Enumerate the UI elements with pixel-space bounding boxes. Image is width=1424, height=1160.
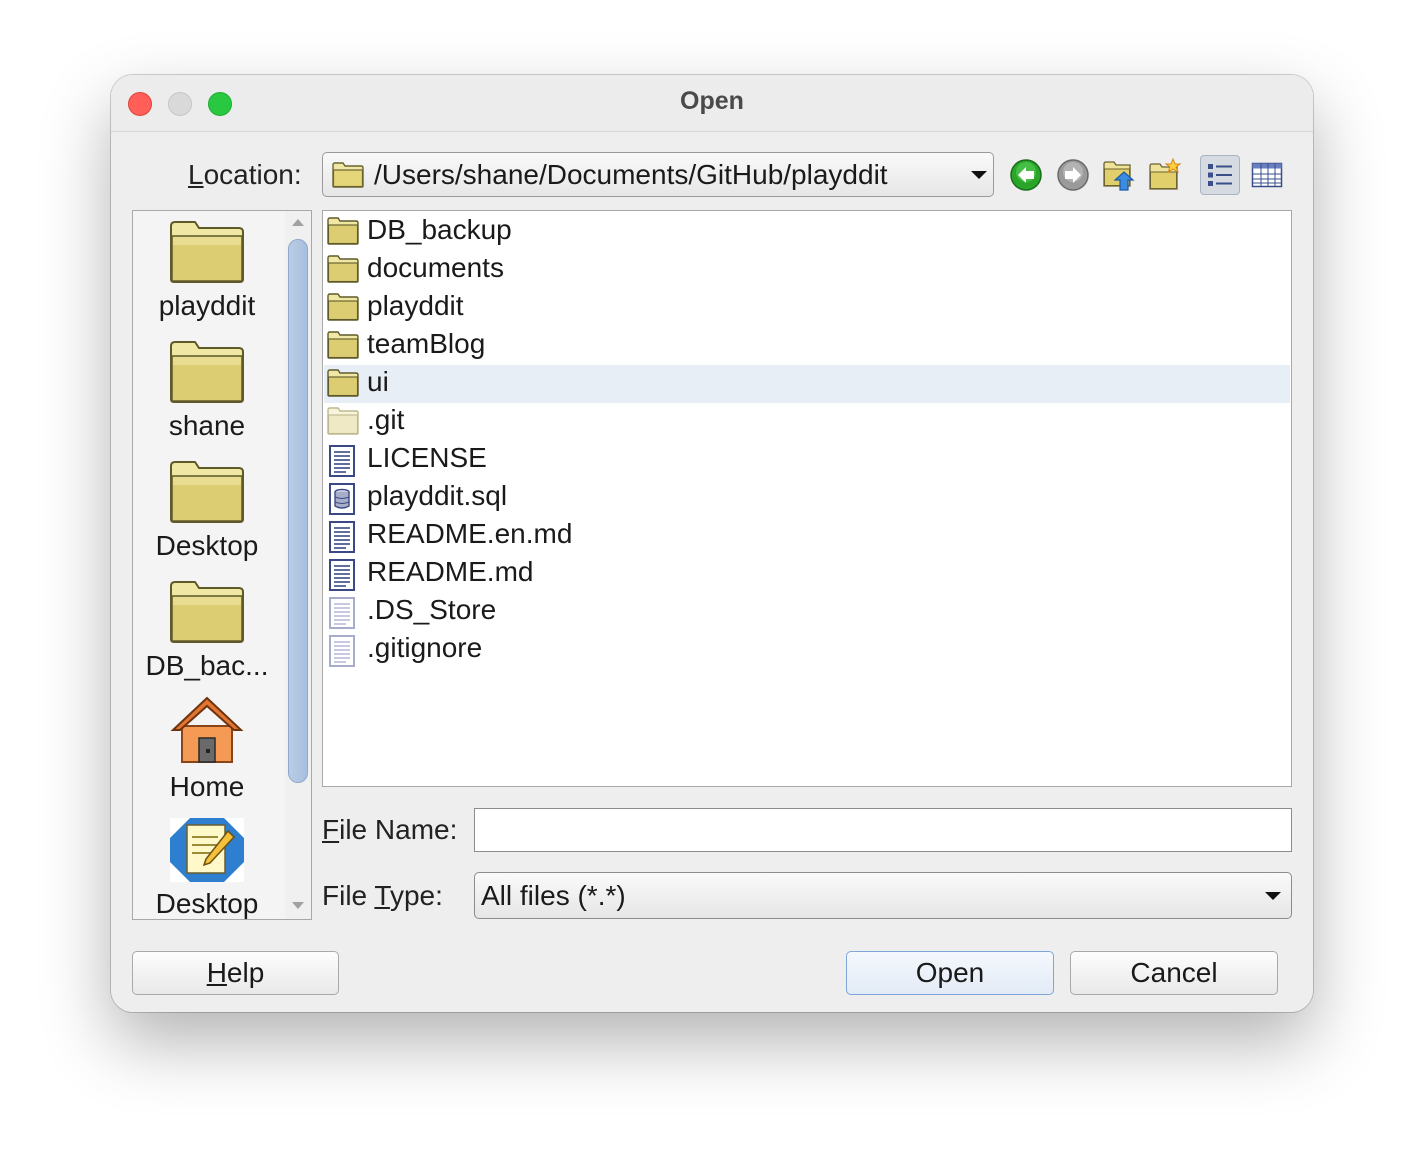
folder-icon	[170, 461, 244, 523]
location-label-mnemonic: L	[188, 159, 204, 190]
database-file-icon	[329, 483, 355, 515]
hidden-folder-icon	[327, 407, 359, 435]
file-row[interactable]: .gitignore	[324, 631, 1290, 669]
list-view-icon	[1208, 164, 1232, 186]
details-view-button[interactable]	[1247, 155, 1287, 195]
places-item-label: Home	[169, 771, 245, 802]
file-row[interactable]: documents	[324, 251, 1290, 289]
places-item-home[interactable]: Home	[133, 694, 281, 803]
places-item-desktop-2[interactable]: Desktop	[133, 817, 281, 919]
file-name: .DS_Store	[367, 594, 497, 625]
file-row[interactable]: playddit	[324, 289, 1290, 327]
new-folder-button[interactable]	[1145, 155, 1185, 195]
folder-icon	[170, 221, 244, 283]
file-row[interactable]: README.en.md	[324, 517, 1290, 555]
places-item-playddit[interactable]: playddit	[133, 219, 281, 322]
file-name: playddit	[367, 290, 464, 321]
back-arrow-icon	[1010, 159, 1042, 191]
help-button-label: elp	[226, 957, 265, 988]
places-item-db-backup[interactable]: DB_bac...	[133, 579, 281, 682]
list-view-button[interactable]	[1200, 155, 1240, 195]
help-button[interactable]: Help	[132, 951, 339, 995]
document-icon	[329, 559, 355, 591]
folder-icon	[327, 369, 359, 397]
document-icon	[329, 521, 355, 553]
dialog-title: Open	[680, 87, 744, 115]
file-type-label-pre: File	[322, 880, 375, 911]
file-name: DB_backup	[367, 214, 512, 245]
file-name-label-mnemonic: F	[322, 814, 340, 845]
file-type-label: File Type:	[322, 880, 443, 912]
scroll-down-arrow-icon[interactable]	[292, 902, 304, 909]
file-name-input[interactable]	[474, 808, 1292, 852]
file-row[interactable]: .git	[324, 403, 1290, 441]
file-type-combobox[interactable]: All files (*.*)	[474, 872, 1292, 919]
file-row[interactable]: teamBlog	[324, 327, 1290, 365]
file-name: LICENSE	[367, 442, 487, 473]
forward-button[interactable]	[1053, 155, 1093, 195]
open-button[interactable]: Open	[846, 951, 1054, 995]
up-one-level-button[interactable]	[1099, 155, 1139, 195]
notes-icon	[170, 818, 244, 882]
file-name: playddit.sql	[367, 480, 508, 511]
places-item-label: shane	[168, 410, 246, 441]
places-item-label: Desktop	[155, 888, 259, 919]
file-row[interactable]: LICENSE	[324, 441, 1290, 479]
places-item-desktop[interactable]: Desktop	[133, 459, 281, 562]
home-icon	[170, 696, 244, 763]
cancel-button[interactable]: Cancel	[1070, 951, 1278, 995]
places-scrollbar-thumb[interactable]	[288, 239, 308, 783]
location-path: /Users/shane/Documents/GitHub/playddit	[374, 159, 888, 190]
file-name-label-text: ile Name:	[339, 814, 458, 845]
folder-icon	[170, 581, 244, 643]
file-name: README.en.md	[367, 518, 573, 549]
file-type-selected: All files (*.*)	[481, 880, 626, 911]
file-name: ui	[367, 366, 389, 397]
file-type-label-text: ype:	[389, 880, 443, 911]
places-item-label: DB_bac...	[145, 650, 269, 681]
file-list: DB_backup documents playddit teamBlog ui…	[322, 210, 1292, 787]
places-item-label: Desktop	[155, 530, 259, 561]
document-icon	[329, 445, 355, 477]
chevron-down-icon	[971, 171, 987, 179]
file-name: documents	[367, 252, 504, 283]
file-name: .git	[367, 404, 405, 435]
places-item-label: playddit	[158, 290, 256, 321]
hidden-document-icon	[329, 597, 355, 629]
file-type-label-mnemonic: T	[374, 880, 390, 911]
hidden-document-icon	[329, 635, 355, 667]
file-row[interactable]: .DS_Store	[324, 593, 1290, 631]
folder-icon	[332, 162, 364, 188]
forward-arrow-icon	[1057, 159, 1089, 191]
file-row[interactable]: DB_backup	[324, 213, 1290, 251]
file-row[interactable]: ui	[324, 365, 1290, 403]
scroll-up-arrow-icon[interactable]	[292, 219, 304, 226]
back-button[interactable]	[1006, 155, 1046, 195]
folder-icon	[327, 331, 359, 359]
location-label-text: ocation:	[203, 159, 302, 190]
details-view-icon	[1251, 162, 1283, 188]
file-name: teamBlog	[367, 328, 486, 359]
folder-icon	[327, 217, 359, 245]
file-name: .gitignore	[367, 632, 483, 663]
places-sidebar: playddit shane Desktop DB_bac... Home De…	[132, 210, 312, 920]
file-name-label: File Name:	[322, 814, 457, 846]
folder-icon	[327, 255, 359, 283]
file-name: README.md	[367, 556, 534, 587]
up-one-level-icon	[1103, 161, 1135, 191]
folder-icon	[327, 293, 359, 321]
location-combobox[interactable]: /Users/shane/Documents/GitHub/playddit	[322, 152, 994, 197]
help-button-mnemonic: H	[206, 957, 227, 988]
location-label: Location:	[188, 159, 302, 191]
places-scrollbar[interactable]	[285, 211, 311, 919]
open-dialog: Open Location: /Users/shane/Documents/Gi…	[111, 75, 1313, 1012]
chevron-down-icon	[1265, 892, 1281, 900]
file-row[interactable]: playddit.sql	[324, 479, 1290, 517]
file-row[interactable]: README.md	[324, 555, 1290, 593]
title-bar: Open	[111, 75, 1313, 132]
places-item-shane[interactable]: shane	[133, 339, 281, 442]
new-folder-icon	[1149, 158, 1182, 190]
folder-icon	[170, 341, 244, 403]
